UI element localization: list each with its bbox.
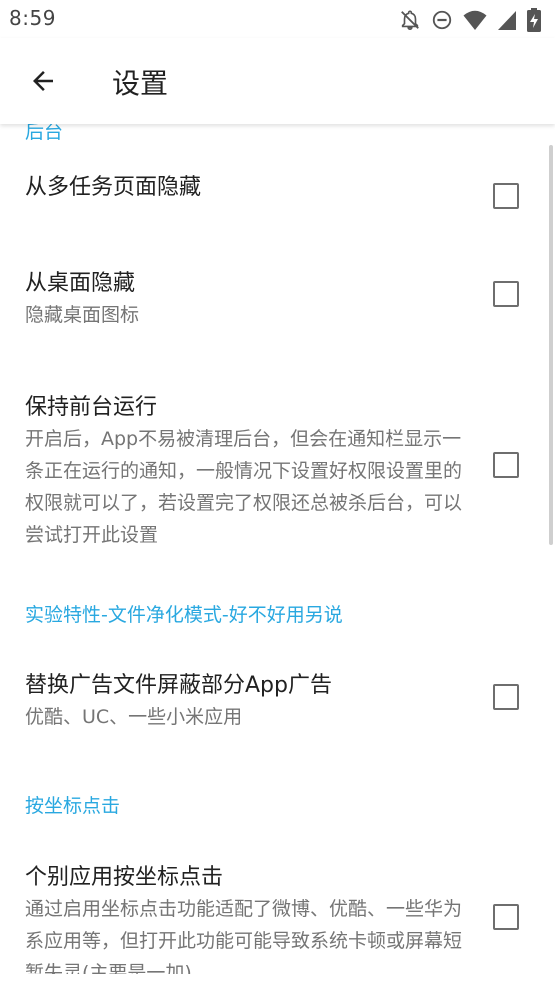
pref-summary: 开启后，App不易被清理后台，但会在通知栏显示一条正在运行的通知，一般情况下设置…	[25, 428, 463, 546]
back-button[interactable]	[22, 60, 64, 102]
section-header-coord-click: 按坐标点击	[25, 795, 121, 817]
page-title: 设置	[112, 67, 169, 100]
pref-title: 从多任务页面隐藏	[25, 175, 202, 200]
scrollbar[interactable]	[549, 145, 553, 545]
pref-summary: 优酷、UC、一些小米应用	[25, 706, 243, 728]
status-bar: 8:59	[0, 0, 555, 38]
app-bar: 设置	[0, 38, 555, 124]
notifications-off-icon	[399, 9, 421, 31]
pref-title: 个别应用按坐标点击	[25, 865, 224, 890]
settings-list[interactable]: 后台 从多任务页面隐藏 从桌面隐藏 隐藏桌面图标 保持前台运行 开启后，App不…	[0, 124, 555, 974]
wifi-icon	[463, 9, 487, 31]
checkbox-foreground[interactable]	[493, 452, 519, 478]
pref-summary: 隐藏桌面图标	[25, 304, 140, 326]
pref-title: 保持前台运行	[25, 395, 158, 420]
section-header-background: 后台	[25, 124, 64, 143]
pref-title: 替换广告文件屏蔽部分App广告	[25, 673, 332, 698]
pref-hide-recents[interactable]: 从多任务页面隐藏	[0, 147, 555, 243]
arrow-back-icon	[33, 71, 53, 91]
status-icons	[399, 8, 541, 32]
section-header-experimental: 实验特性-文件净化模式-好不好用另说	[25, 604, 343, 626]
status-time: 8:59	[9, 6, 56, 30]
pref-title: 从桌面隐藏	[25, 271, 136, 296]
do-not-disturb-icon	[431, 9, 453, 31]
cell-signal-icon	[497, 9, 517, 31]
pref-replace-ad-files[interactable]: 替换广告文件屏蔽部分App广告 优酷、UC、一些小米应用	[0, 639, 555, 769]
pref-hide-launcher[interactable]: 从桌面隐藏 隐藏桌面图标	[0, 243, 555, 353]
checkbox-replace-ad-files[interactable]	[493, 684, 519, 710]
pref-coord-click[interactable]: 个别应用按坐标点击 通过启用坐标点击功能适配了微博、优酷、一些华为系应用等，但打…	[0, 829, 555, 974]
pref-foreground[interactable]: 保持前台运行 开启后，App不易被清理后台，但会在通知栏显示一条正在运行的通知，…	[0, 353, 555, 563]
checkbox-coord-click[interactable]	[493, 904, 519, 930]
checkbox-hide-recents[interactable]	[493, 183, 519, 209]
checkbox-hide-launcher[interactable]	[493, 281, 519, 307]
pref-summary: 通过启用坐标点击功能适配了微博、优酷、一些华为系应用等，但打开此功能可能导致系统…	[25, 898, 463, 974]
battery-charging-icon	[527, 8, 541, 32]
